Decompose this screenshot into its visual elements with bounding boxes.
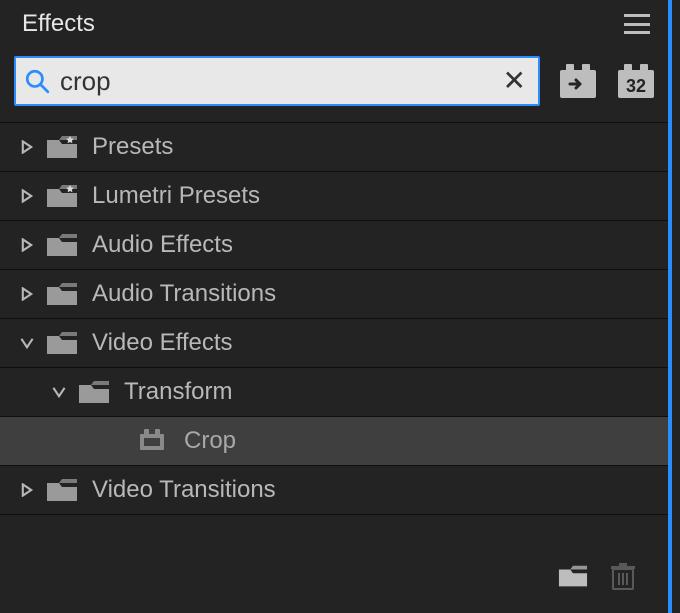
search-input[interactable] <box>60 66 499 97</box>
tree-folder-audio-effects[interactable]: Audio Effects <box>0 220 668 269</box>
tree-folder-lumetri-presets[interactable]: Lumetri Presets <box>0 171 668 220</box>
folder-star-icon <box>46 134 78 160</box>
folder-star-icon <box>46 183 78 209</box>
folder-icon <box>46 281 78 307</box>
svg-text:32: 32 <box>626 76 646 96</box>
effects-tree: Presets Lumetri Presets Audio Effects <box>0 122 668 515</box>
chevron-down-icon <box>48 385 70 399</box>
chevron-right-icon <box>16 287 38 301</box>
tree-label: Lumetri Presets <box>92 182 260 210</box>
tree-label: Transform <box>124 378 232 406</box>
chevron-right-icon <box>16 483 38 497</box>
chevron-right-icon <box>16 189 38 203</box>
folder-icon <box>46 330 78 356</box>
tree-label: Audio Effects <box>92 231 233 259</box>
chevron-right-icon <box>16 238 38 252</box>
new-bin-button[interactable] <box>558 563 588 589</box>
animation-preset-button[interactable] <box>558 62 598 100</box>
chevron-right-icon <box>16 140 38 154</box>
folder-icon <box>78 379 110 405</box>
tree-label: Video Transitions <box>92 476 276 504</box>
tree-label: Presets <box>92 133 173 161</box>
clear-search-button[interactable]: ✕ <box>499 67 530 95</box>
search-row: ✕ 32 <box>0 48 668 110</box>
chevron-down-icon <box>16 336 38 350</box>
32-bit-preset-button[interactable]: 32 <box>616 62 656 100</box>
tree-label: Video Effects <box>92 329 233 357</box>
tree-label: Audio Transitions <box>92 280 276 308</box>
panel-header: Effects <box>0 0 668 48</box>
tree-folder-transform[interactable]: Transform <box>0 367 668 416</box>
folder-icon <box>46 477 78 503</box>
tree-folder-audio-transitions[interactable]: Audio Transitions <box>0 269 668 318</box>
effects-panel: Effects ✕ 32 <box>0 0 672 613</box>
tree-label: Crop <box>184 427 236 455</box>
panel-title: Effects <box>22 10 95 38</box>
tree-folder-video-transitions[interactable]: Video Transitions <box>0 465 668 514</box>
search-icon <box>24 68 50 94</box>
panel-footer <box>0 555 668 613</box>
search-box[interactable]: ✕ <box>14 56 540 106</box>
delete-button <box>610 563 640 589</box>
tree-folder-presets[interactable]: Presets <box>0 122 668 171</box>
panel-menu-button[interactable] <box>624 14 650 34</box>
tree-folder-video-effects[interactable]: Video Effects <box>0 318 668 367</box>
effect-icon <box>138 428 170 454</box>
tree-effect-crop[interactable]: Crop <box>0 416 668 465</box>
folder-icon <box>46 232 78 258</box>
